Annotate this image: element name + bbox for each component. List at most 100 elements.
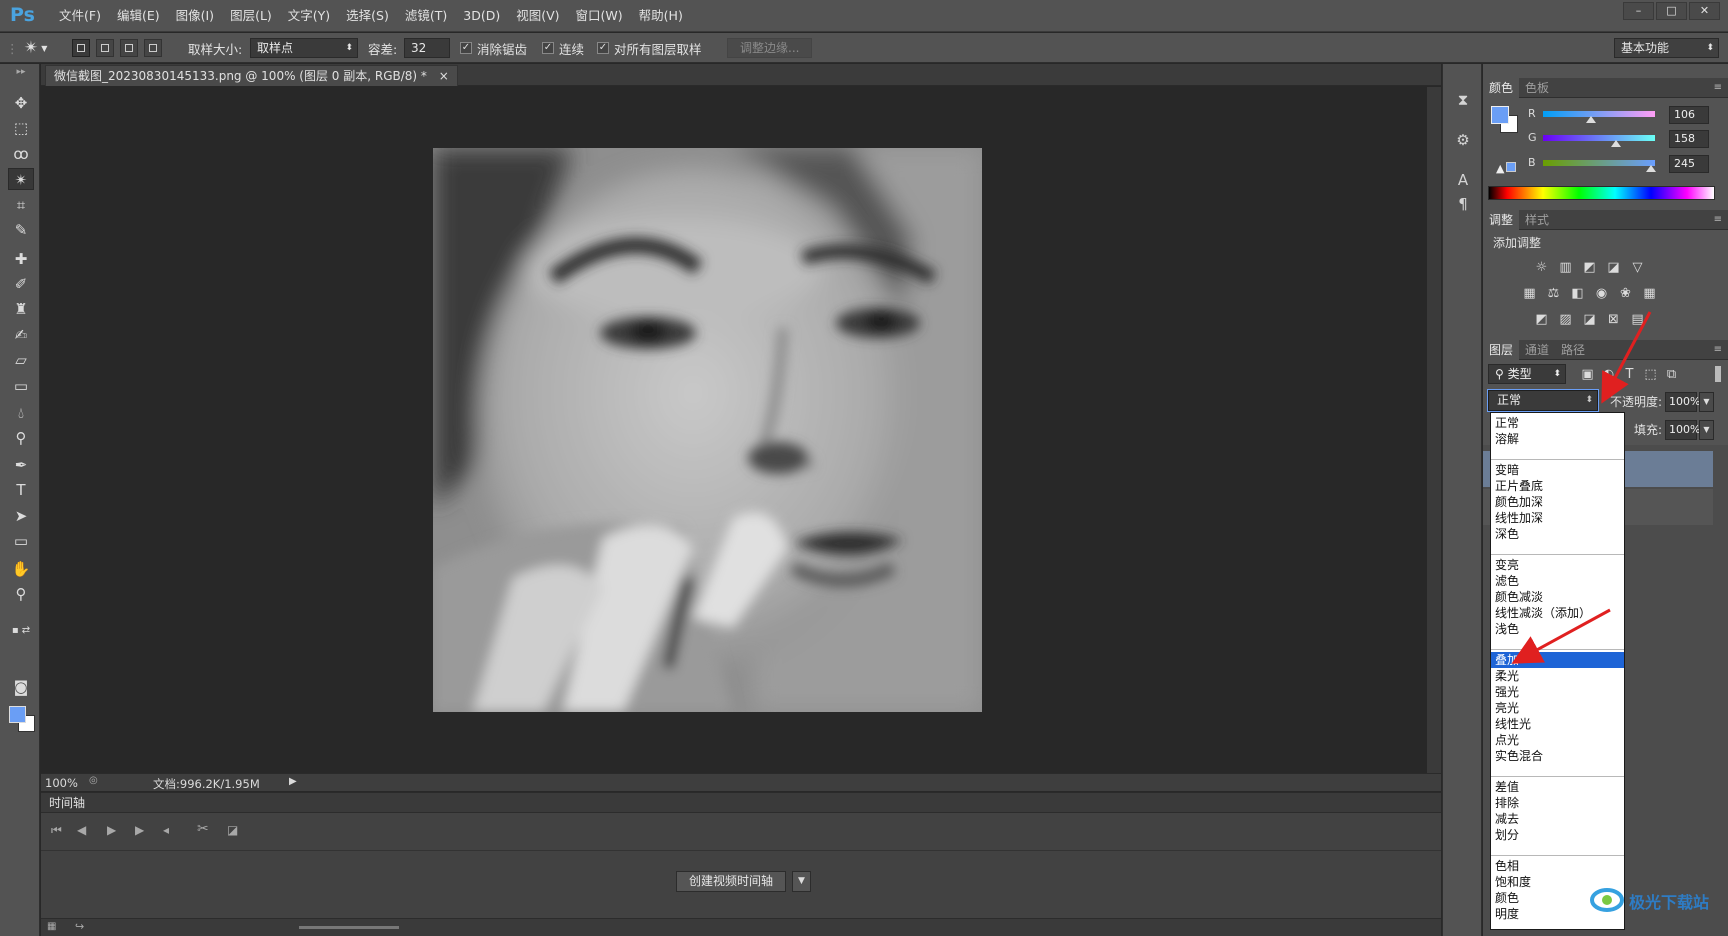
panel-menu-icon[interactable]: ≡ xyxy=(1714,82,1722,93)
blend-option-pin-light[interactable]: 点光 xyxy=(1491,732,1624,748)
layer-filter-select[interactable]: ⚲ 类型 ⬍ xyxy=(1488,364,1566,384)
blend-option-lighter-color[interactable]: 浅色 xyxy=(1491,621,1624,637)
workspace-select[interactable]: 基本功能 ⬍ xyxy=(1614,38,1719,58)
blend-option-overlay[interactable]: 叠加 xyxy=(1491,652,1624,668)
channel-mixer-icon[interactable]: ❀ xyxy=(1617,286,1634,301)
play-icon[interactable]: ▶ xyxy=(107,823,116,837)
tolerance-input[interactable]: 32 xyxy=(404,38,450,58)
blend-option-hard-mix[interactable]: 实色混合 xyxy=(1491,748,1624,764)
convert-icon[interactable]: ↪ xyxy=(75,920,84,933)
filter-pixel-icon[interactable]: ▣ xyxy=(1579,367,1596,382)
transition-icon[interactable]: ◪ xyxy=(227,823,238,837)
blend-option-hard-light[interactable]: 强光 xyxy=(1491,684,1624,700)
foreground-color-swatch[interactable] xyxy=(9,706,26,723)
menu-select[interactable]: 选择(S) xyxy=(338,0,397,32)
shape-tool-icon[interactable]: ▭ xyxy=(8,530,34,552)
antialias-option[interactable]: ✓ 消除锯齿 xyxy=(460,33,527,63)
curves-icon[interactable]: ◩ xyxy=(1581,260,1598,275)
color-lookup-icon[interactable]: ▦ xyxy=(1641,286,1658,301)
gradient-map-icon[interactable]: ▤ xyxy=(1629,312,1646,327)
intersect-selection-icon[interactable] xyxy=(144,39,162,57)
blend-option-subtract[interactable]: 减去 xyxy=(1491,811,1624,827)
crop-tool-icon[interactable]: ⌗ xyxy=(8,194,34,216)
gamut-warning-icon[interactable]: ▲ xyxy=(1496,162,1517,175)
timeline-title[interactable]: 时间轴 xyxy=(49,796,85,810)
blend-option-multiply[interactable]: 正片叠底 xyxy=(1491,478,1624,494)
menu-file[interactable]: 文件(F) xyxy=(51,0,109,32)
frame-grid-icon[interactable]: ▦ xyxy=(47,921,56,932)
magic-wand-tool-icon[interactable]: ✴ xyxy=(8,168,34,190)
menu-3d[interactable]: 3D(D) xyxy=(455,0,508,32)
lasso-tool-icon[interactable]: ꝏ xyxy=(8,143,34,165)
contiguous-checkbox[interactable]: ✓ xyxy=(542,42,554,54)
blend-option-hue[interactable]: 色相 xyxy=(1491,858,1624,874)
marquee-tool-icon[interactable]: ⬚ xyxy=(8,117,34,139)
properties-panel-icon[interactable]: ⚙ xyxy=(1451,128,1475,152)
blend-option-difference[interactable]: 差值 xyxy=(1491,779,1624,795)
exposure-icon[interactable]: ◪ xyxy=(1605,260,1622,275)
panel-menu-icon[interactable]: ≡ xyxy=(1714,214,1722,225)
filter-type-icon[interactable]: T xyxy=(1621,367,1638,382)
magic-wand-preset-icon[interactable]: ✴ ▼ xyxy=(24,33,47,63)
tab-swatches[interactable]: 色板 xyxy=(1519,78,1555,98)
close-tab-icon[interactable]: × xyxy=(439,69,449,83)
blur-tool-icon[interactable]: 💧︎ xyxy=(8,402,34,424)
close-button[interactable]: ✕ xyxy=(1689,2,1720,20)
subtract-selection-icon[interactable] xyxy=(120,39,138,57)
tab-paths[interactable]: 路径 xyxy=(1555,340,1591,360)
color-balance-icon[interactable]: ⚖ xyxy=(1545,286,1562,301)
antialias-checkbox[interactable]: ✓ xyxy=(460,42,472,54)
blue-value[interactable]: 245 xyxy=(1669,155,1709,173)
blend-option-normal[interactable]: 正常 xyxy=(1491,415,1624,431)
canvas-area[interactable] xyxy=(41,87,1441,773)
blend-option-soft-light[interactable]: 柔光 xyxy=(1491,668,1624,684)
blend-option-darken[interactable]: 变暗 xyxy=(1491,462,1624,478)
color-spectrum-bar[interactable] xyxy=(1488,186,1715,200)
red-slider[interactable] xyxy=(1543,111,1655,117)
swap-colors-icon[interactable]: ▪ ⇄ xyxy=(8,624,34,638)
black-white-icon[interactable]: ◧ xyxy=(1569,286,1586,301)
add-selection-icon[interactable] xyxy=(96,39,114,57)
brightness-icon[interactable]: ☼ xyxy=(1533,260,1550,275)
fill-input[interactable]: 100% xyxy=(1665,420,1700,440)
blue-slider-thumb[interactable] xyxy=(1646,165,1656,172)
stamp-tool-icon[interactable]: ♜ xyxy=(8,298,34,320)
menu-image[interactable]: 图像(I) xyxy=(168,0,222,32)
path-selection-tool-icon[interactable]: ➤ xyxy=(8,505,34,527)
gradient-tool-icon[interactable]: ▭ xyxy=(8,375,34,397)
eyedropper-tool-icon[interactable]: ✎ xyxy=(8,219,34,241)
blend-option-screen[interactable]: 滤色 xyxy=(1491,573,1624,589)
menu-edit[interactable]: 编辑(E) xyxy=(109,0,168,32)
audio-icon[interactable]: ◂ xyxy=(163,823,169,837)
levels-icon[interactable]: ▥ xyxy=(1557,260,1574,275)
refine-edge-button[interactable]: 调整边缘... xyxy=(727,38,813,58)
character-panel-icon[interactable]: A xyxy=(1451,168,1475,192)
eraser-tool-icon[interactable]: ▱ xyxy=(8,349,34,371)
photo-filter-icon[interactable]: ◉ xyxy=(1593,286,1610,301)
first-frame-icon[interactable]: ⏮ xyxy=(51,823,62,838)
invert-icon[interactable]: ◩ xyxy=(1533,312,1550,327)
next-frame-icon[interactable]: ▶︎ xyxy=(135,823,144,837)
green-slider-thumb[interactable] xyxy=(1611,140,1621,147)
sample-size-select[interactable]: 取样点 ⬍ xyxy=(250,38,358,58)
blue-slider[interactable] xyxy=(1543,160,1655,166)
blend-option-lighten[interactable]: 变亮 xyxy=(1491,557,1624,573)
contiguous-option[interactable]: ✓ 连续 xyxy=(542,33,584,63)
type-tool-icon[interactable]: T xyxy=(8,479,34,501)
history-panel-icon[interactable]: ⧗ xyxy=(1451,88,1475,112)
zoom-slider[interactable] xyxy=(299,926,399,929)
document-tab[interactable]: 微信截图_20230830145133.png @ 100% (图层 0 副本,… xyxy=(45,65,458,86)
color-fg-swatch[interactable] xyxy=(1491,106,1509,124)
new-selection-icon[interactable] xyxy=(72,39,90,57)
maximize-button[interactable]: □ xyxy=(1656,2,1687,20)
posterize-icon[interactable]: ▨ xyxy=(1557,312,1574,327)
brush-tool-icon[interactable]: ✐ xyxy=(8,273,34,295)
dodge-tool-icon[interactable]: ⚲ xyxy=(8,427,34,449)
blend-option-darker-color[interactable]: 深色 xyxy=(1491,526,1624,542)
red-slider-thumb[interactable] xyxy=(1586,116,1596,123)
all-layers-option[interactable]: ✓ 对所有图层取样 xyxy=(597,33,702,63)
hand-tool-icon[interactable]: ✋ xyxy=(8,558,34,580)
zoom-tool-icon[interactable]: ⚲ xyxy=(8,583,34,605)
menu-type[interactable]: 文字(Y) xyxy=(280,0,338,32)
blend-option-dissolve[interactable]: 溶解 xyxy=(1491,431,1624,447)
